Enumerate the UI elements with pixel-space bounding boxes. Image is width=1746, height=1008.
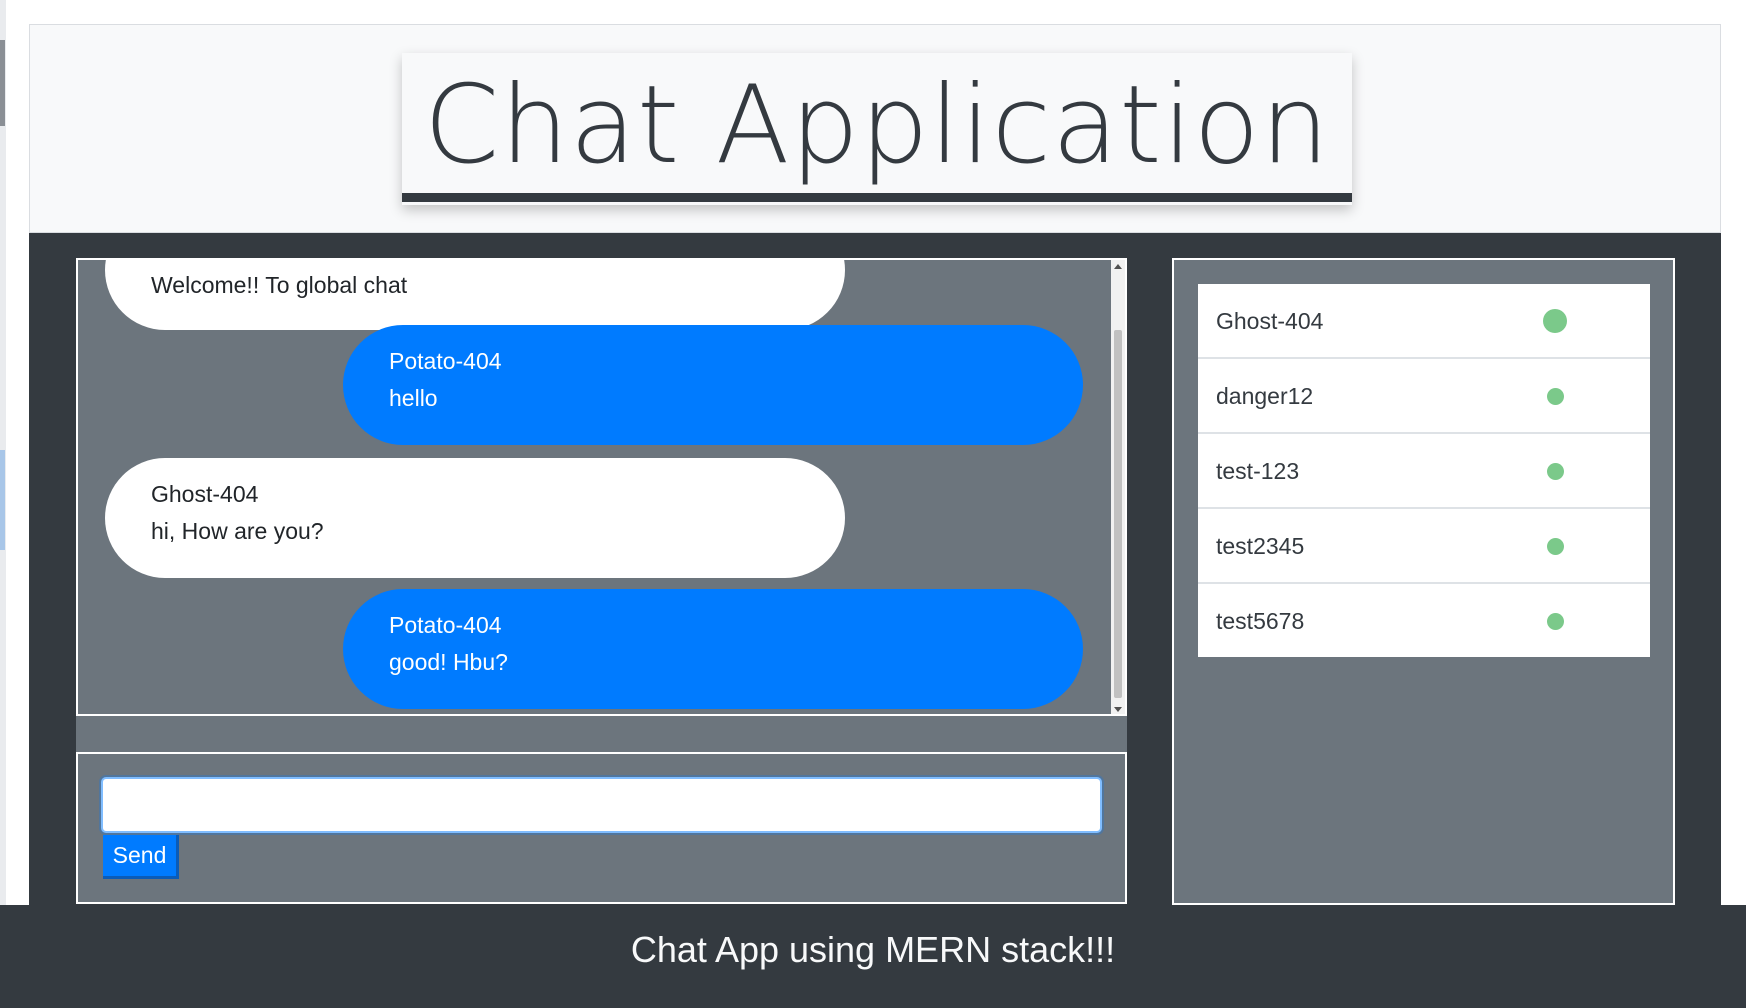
page-title: Chat Application [423, 63, 1331, 188]
message-input[interactable] [101, 777, 1102, 833]
message-sender: Potato-404 [389, 348, 502, 374]
page-header: Chat Application [29, 24, 1721, 233]
title-card: Chat Application [402, 53, 1352, 205]
message-bubble-incoming: Welcome!! To global chat [105, 260, 845, 330]
page-footer: Chat App using MERN stack!!! [0, 905, 1746, 1008]
chat-scrollbar[interactable] [1111, 260, 1125, 714]
scroll-up-arrow-icon[interactable] [1114, 264, 1122, 269]
online-status-dot-icon [1543, 309, 1567, 333]
online-users-panel: Ghost-404 danger12 test-123 test2345 tes… [1172, 258, 1675, 905]
message-text: Welcome!! To global chat [151, 272, 408, 298]
message-text: good! Hbu? [389, 649, 508, 675]
user-name: test5678 [1216, 608, 1305, 634]
message-sender: Potato-404 [389, 612, 502, 638]
user-list-item[interactable]: danger12 [1198, 359, 1650, 434]
online-status-dot-icon [1547, 613, 1564, 630]
footer-text: Chat App using MERN stack!!! [630, 929, 1116, 970]
chat-panel-spacer [76, 716, 1127, 752]
message-bubble-outgoing: Potato-404 good! Hbu? [343, 589, 1083, 709]
chat-messages-panel[interactable]: Welcome!! To global chat Potato-404 hell… [76, 258, 1127, 716]
message-composer: Send [76, 752, 1127, 904]
user-list-item[interactable]: Ghost-404 [1198, 284, 1650, 359]
message-bubble-incoming: Ghost-404 hi, How are you? [105, 458, 845, 578]
scrollbar-thumb[interactable] [1114, 330, 1122, 698]
user-name: Ghost-404 [1216, 308, 1324, 334]
message-bubble-outgoing: Potato-404 hello [343, 325, 1083, 445]
user-list-item[interactable]: test-123 [1198, 434, 1650, 509]
edge-marker [0, 450, 5, 550]
message-text: hello [389, 385, 438, 411]
title-underline [402, 193, 1352, 202]
user-name: test-123 [1216, 458, 1300, 484]
online-status-dot-icon [1547, 463, 1564, 480]
scroll-down-arrow-icon[interactable] [1114, 707, 1122, 712]
window-left-edge [0, 0, 6, 1008]
user-list-item[interactable]: test2345 [1198, 509, 1650, 584]
message-text: hi, How are you? [151, 518, 324, 544]
user-list-item[interactable]: test5678 [1198, 584, 1650, 657]
user-name: test2345 [1216, 533, 1305, 559]
online-status-dot-icon [1547, 388, 1564, 405]
user-name: danger12 [1216, 383, 1314, 409]
online-status-dot-icon [1547, 538, 1564, 555]
message-sender: Ghost-404 [151, 481, 259, 507]
users-list: Ghost-404 danger12 test-123 test2345 tes… [1198, 284, 1650, 657]
send-button[interactable]: Send [103, 835, 179, 879]
edge-marker [0, 40, 5, 126]
